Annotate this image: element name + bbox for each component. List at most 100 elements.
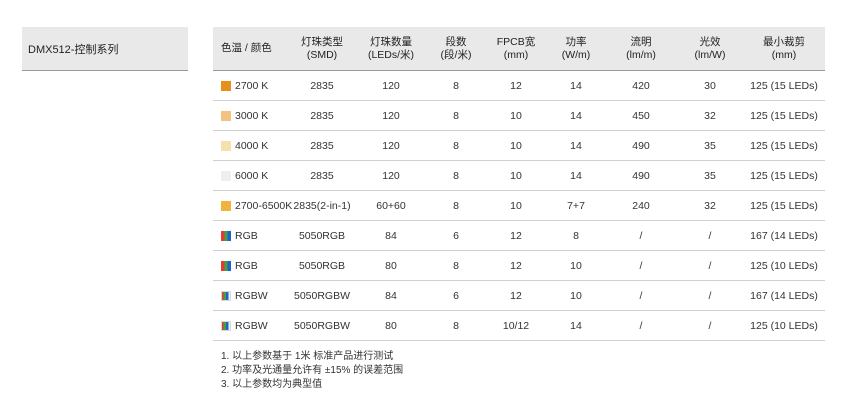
cell-led-count: 120 — [382, 109, 400, 122]
header-unit: (lm/m) — [626, 48, 656, 61]
cell-segments: 8 — [453, 169, 459, 182]
cell-efficacy: 30 — [704, 79, 716, 92]
cell-led-type: 5050RGBW — [293, 289, 351, 302]
cell-min-cut: 125 (10 LEDs) — [750, 259, 818, 272]
header-line: 最小裁剪 — [763, 35, 805, 48]
cell-efficacy: 32 — [704, 199, 716, 212]
color-label: RGB — [235, 229, 258, 242]
header-line: 灯珠数量 — [370, 35, 412, 48]
footnote: 3. 以上参数均为典型值 — [221, 379, 323, 390]
cell-led-count: 80 — [385, 319, 397, 332]
cell-power: 14 — [570, 169, 582, 182]
footnote: 1. 以上参数基于 1米 标准产品进行测试 — [221, 351, 394, 362]
cell-power: 14 — [570, 79, 582, 92]
color-label: 6000 K — [235, 169, 269, 182]
cell-color: RGB — [213, 230, 289, 242]
color-label: 4000 K — [235, 139, 269, 152]
header-unit: (mm) — [503, 48, 529, 61]
cell-efficacy: / — [708, 289, 712, 302]
color-swatch-icon — [221, 80, 231, 91]
table-body: 2700 K 2835 120 8 12 14 420 30 125 (15 LEDs) 3000… — [213, 71, 825, 341]
cell-min-cut: 125 (15 LEDs) — [750, 139, 818, 152]
cell-lumen: / — [639, 319, 643, 332]
cell-segments: 8 — [453, 199, 459, 212]
color-swatch-icon — [221, 110, 231, 121]
header-line: 流明 — [630, 35, 652, 48]
cell-led-type: 5050RGB — [298, 229, 346, 242]
table-header: 色温 / 颜色 灯珠类型 (SMD) 灯珠数量 (LEDs/米) 段数 (段/米) FPCB宽… — [213, 27, 825, 71]
color-swatch-icon — [221, 170, 231, 181]
cell-color: 4000 K — [213, 140, 289, 152]
cell-efficacy: 35 — [704, 169, 716, 182]
table-row: 4000 K 2835 120 8 10 14 490 35 125 (15 LEDs) — [213, 131, 825, 161]
series-title: DMX512-控制系列 — [28, 43, 119, 56]
cell-led-type: 2835 — [310, 139, 334, 152]
header-line: FPCB宽 — [496, 35, 536, 48]
header-efficacy: 光效 (lm/W) — [677, 36, 743, 62]
header-unit: (W/m) — [561, 48, 591, 61]
header-unit: (lm/W) — [694, 48, 726, 61]
footnote: 2. 功率及光通量允许有 ±15% 的误差范围 — [221, 365, 404, 376]
cell-color: RGBW — [213, 320, 289, 332]
cell-color: RGB — [213, 260, 289, 272]
cell-efficacy: / — [708, 319, 712, 332]
cell-fpcb-width: 12 — [510, 229, 522, 242]
cell-efficacy: 32 — [704, 109, 716, 122]
header-lumen: 流明 (lm/m) — [605, 36, 677, 62]
cell-segments: 8 — [453, 79, 459, 92]
cell-power: 10 — [570, 259, 582, 272]
cell-led-count: 84 — [385, 289, 397, 302]
color-swatch-icon — [221, 140, 231, 151]
header-unit: (LEDs/米) — [367, 48, 415, 61]
cell-led-type: 2835 — [310, 109, 334, 122]
spec-table: 色温 / 颜色 灯珠类型 (SMD) 灯珠数量 (LEDs/米) 段数 (段/米) FPCB宽… — [213, 27, 825, 341]
cell-led-count: 120 — [382, 79, 400, 92]
cell-color: 6000 K — [213, 170, 289, 182]
header-line: 功率 — [565, 35, 587, 48]
cell-min-cut: 167 (14 LEDs) — [750, 289, 818, 302]
header-fpcb-width: FPCB宽 (mm) — [485, 36, 547, 62]
table-row: RGBW 5050RGBW 84 6 12 10 / / 167 (14 LEDs) — [213, 281, 825, 311]
header-segments: 段数 (段/米) — [427, 36, 485, 62]
cell-efficacy: / — [708, 229, 712, 242]
cell-lumen: 490 — [632, 169, 650, 182]
cell-led-type: 5050RGB — [298, 259, 346, 272]
cell-power: 8 — [573, 229, 579, 242]
cell-fpcb-width: 12 — [510, 289, 522, 302]
rgb-swatch-icon — [221, 230, 231, 241]
footnotes: 1. 以上参数基于 1米 标准产品进行测试 2. 功率及光通量允许有 ±15% … — [221, 350, 403, 392]
color-label: RGB — [235, 259, 258, 272]
table-row: 6000 K 2835 120 8 10 14 490 35 125 (15 LEDs) — [213, 161, 825, 191]
header-line: 灯珠类型 — [301, 35, 343, 48]
header-led-type: 灯珠类型 (SMD) — [289, 36, 355, 62]
cell-led-type: 5050RGBW — [293, 319, 351, 332]
cell-efficacy: 35 — [704, 139, 716, 152]
series-label: DMX512-控制系列 — [22, 27, 188, 71]
color-label: RGBW — [235, 319, 268, 332]
table-row: 2700-6500K 2835(2-in-1) 60+60 8 10 7+7 240 32 12… — [213, 191, 825, 221]
cell-min-cut: 125 (15 LEDs) — [750, 79, 818, 92]
cell-led-type: 2835(2-in-1) — [293, 199, 351, 212]
table-row: 3000 K 2835 120 8 10 14 450 32 125 (15 LEDs) — [213, 101, 825, 131]
cell-fpcb-width: 10 — [510, 109, 522, 122]
cell-segments: 6 — [453, 289, 459, 302]
cell-lumen: 490 — [632, 139, 650, 152]
header-line: 光效 — [699, 35, 721, 48]
cell-fpcb-width: 10/12 — [502, 319, 530, 332]
header-color-temp: 色温 / 颜色 — [213, 42, 289, 55]
cell-fpcb-width: 10 — [510, 199, 522, 212]
header-power: 功率 (W/m) — [547, 36, 605, 62]
cell-power: 14 — [570, 319, 582, 332]
cell-led-type: 2835 — [310, 169, 334, 182]
table-row: RGB 5050RGB 84 6 12 8 / / 167 (14 LEDs) — [213, 221, 825, 251]
cell-min-cut: 125 (15 LEDs) — [750, 169, 818, 182]
header-unit: (段/米) — [440, 48, 472, 61]
cell-segments: 8 — [453, 109, 459, 122]
cell-led-count: 80 — [385, 259, 397, 272]
cell-segments: 8 — [453, 259, 459, 272]
cell-color: RGBW — [213, 290, 289, 302]
color-label: 3000 K — [235, 109, 269, 122]
header-unit: (mm) — [771, 48, 797, 61]
cell-lumen: 240 — [632, 199, 650, 212]
cell-fpcb-width: 12 — [510, 259, 522, 272]
